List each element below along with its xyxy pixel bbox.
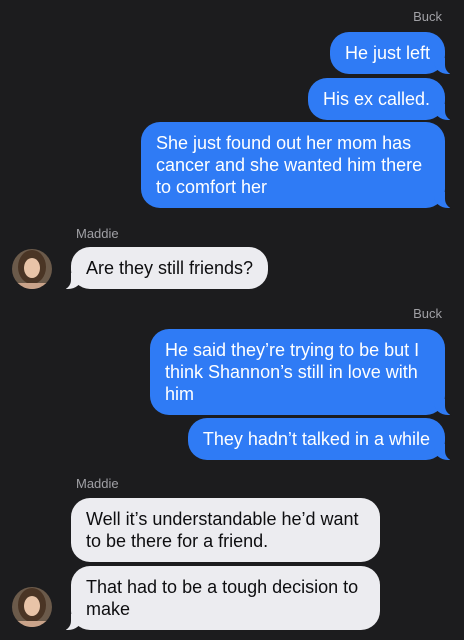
message-thread: Buck He just left His ex called. She jus… — [0, 0, 464, 640]
message-text: They hadn’t talked in a while — [202, 429, 430, 449]
message-bubble-outgoing[interactable]: He said they’re trying to be but I think… — [150, 329, 459, 416]
message-text: Are they still friends? — [86, 258, 254, 278]
message-text: He said they’re trying to be but I think… — [165, 340, 420, 404]
message-bubble-incoming[interactable]: Well it’s understandable he’d want to be… — [71, 498, 380, 562]
sender-label-maddie: Maddie — [76, 476, 119, 491]
message-text: That had to be a tough decision to make — [86, 577, 359, 619]
message-text: He just left — [344, 43, 430, 63]
message-bubble-outgoing[interactable]: He just left — [329, 32, 460, 75]
message-bubble-incoming[interactable]: That had to be a tough decision to make — [57, 566, 380, 631]
message-bubble-outgoing[interactable]: His ex called. — [307, 78, 460, 121]
message-bubble-outgoing[interactable]: She just found out her mom has cancer an… — [141, 122, 459, 209]
message-text: She just found out her mom has cancer an… — [156, 133, 423, 197]
message-bubble-outgoing[interactable]: They hadn’t talked in a while — [187, 418, 460, 461]
message-bubble-incoming[interactable]: Are they still friends? — [56, 247, 269, 290]
avatar-photo-icon — [12, 249, 52, 289]
sender-label-buck: Buck — [413, 9, 442, 24]
sender-label-buck: Buck — [413, 306, 442, 321]
sender-label-maddie: Maddie — [76, 226, 119, 241]
maddie-avatar[interactable] — [12, 249, 52, 289]
message-text: Well it’s understandable he’d want to be… — [86, 509, 359, 551]
message-text: His ex called. — [322, 89, 430, 109]
avatar-photo-icon — [12, 587, 52, 627]
maddie-avatar[interactable] — [12, 587, 52, 627]
